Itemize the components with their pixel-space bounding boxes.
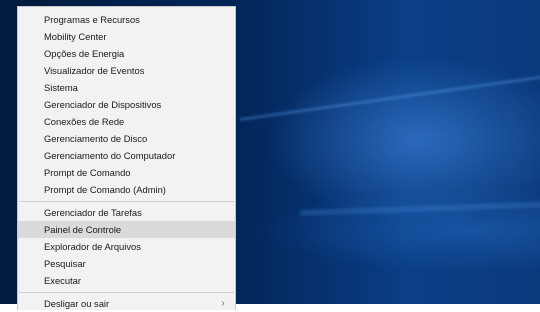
menu-item-search[interactable]: Pesquisar	[18, 255, 235, 272]
light-beam	[299, 200, 540, 216]
menu-item-task-manager[interactable]: Gerenciador de Tarefas	[18, 204, 235, 221]
menu-item-network-connections[interactable]: Conexões de Rede	[18, 113, 235, 130]
menu-item-programs-features[interactable]: Programas e Recursos	[18, 11, 235, 28]
quick-link-context-menu: Programas e Recursos Mobility Center Opç…	[17, 6, 236, 310]
menu-item-run[interactable]: Executar	[18, 272, 235, 289]
menu-separator	[19, 201, 234, 202]
light-beam	[239, 74, 540, 121]
menu-item-system[interactable]: Sistema	[18, 79, 235, 96]
menu-item-computer-management[interactable]: Gerenciamento do Computador	[18, 147, 235, 164]
menu-item-file-explorer[interactable]: Explorador de Arquivos	[18, 238, 235, 255]
menu-item-event-viewer[interactable]: Visualizador de Eventos	[18, 62, 235, 79]
menu-item-command-prompt-admin[interactable]: Prompt de Comando (Admin)	[18, 181, 235, 198]
menu-separator	[19, 292, 234, 293]
menu-item-command-prompt[interactable]: Prompt de Comando	[18, 164, 235, 181]
menu-item-mobility-center[interactable]: Mobility Center	[18, 28, 235, 45]
menu-item-control-panel[interactable]: Painel de Controle	[18, 221, 235, 238]
menu-item-power-options[interactable]: Opções de Energia	[18, 45, 235, 62]
menu-item-disk-management[interactable]: Gerenciamento de Disco	[18, 130, 235, 147]
menu-item-device-manager[interactable]: Gerenciador de Dispositivos	[18, 96, 235, 113]
